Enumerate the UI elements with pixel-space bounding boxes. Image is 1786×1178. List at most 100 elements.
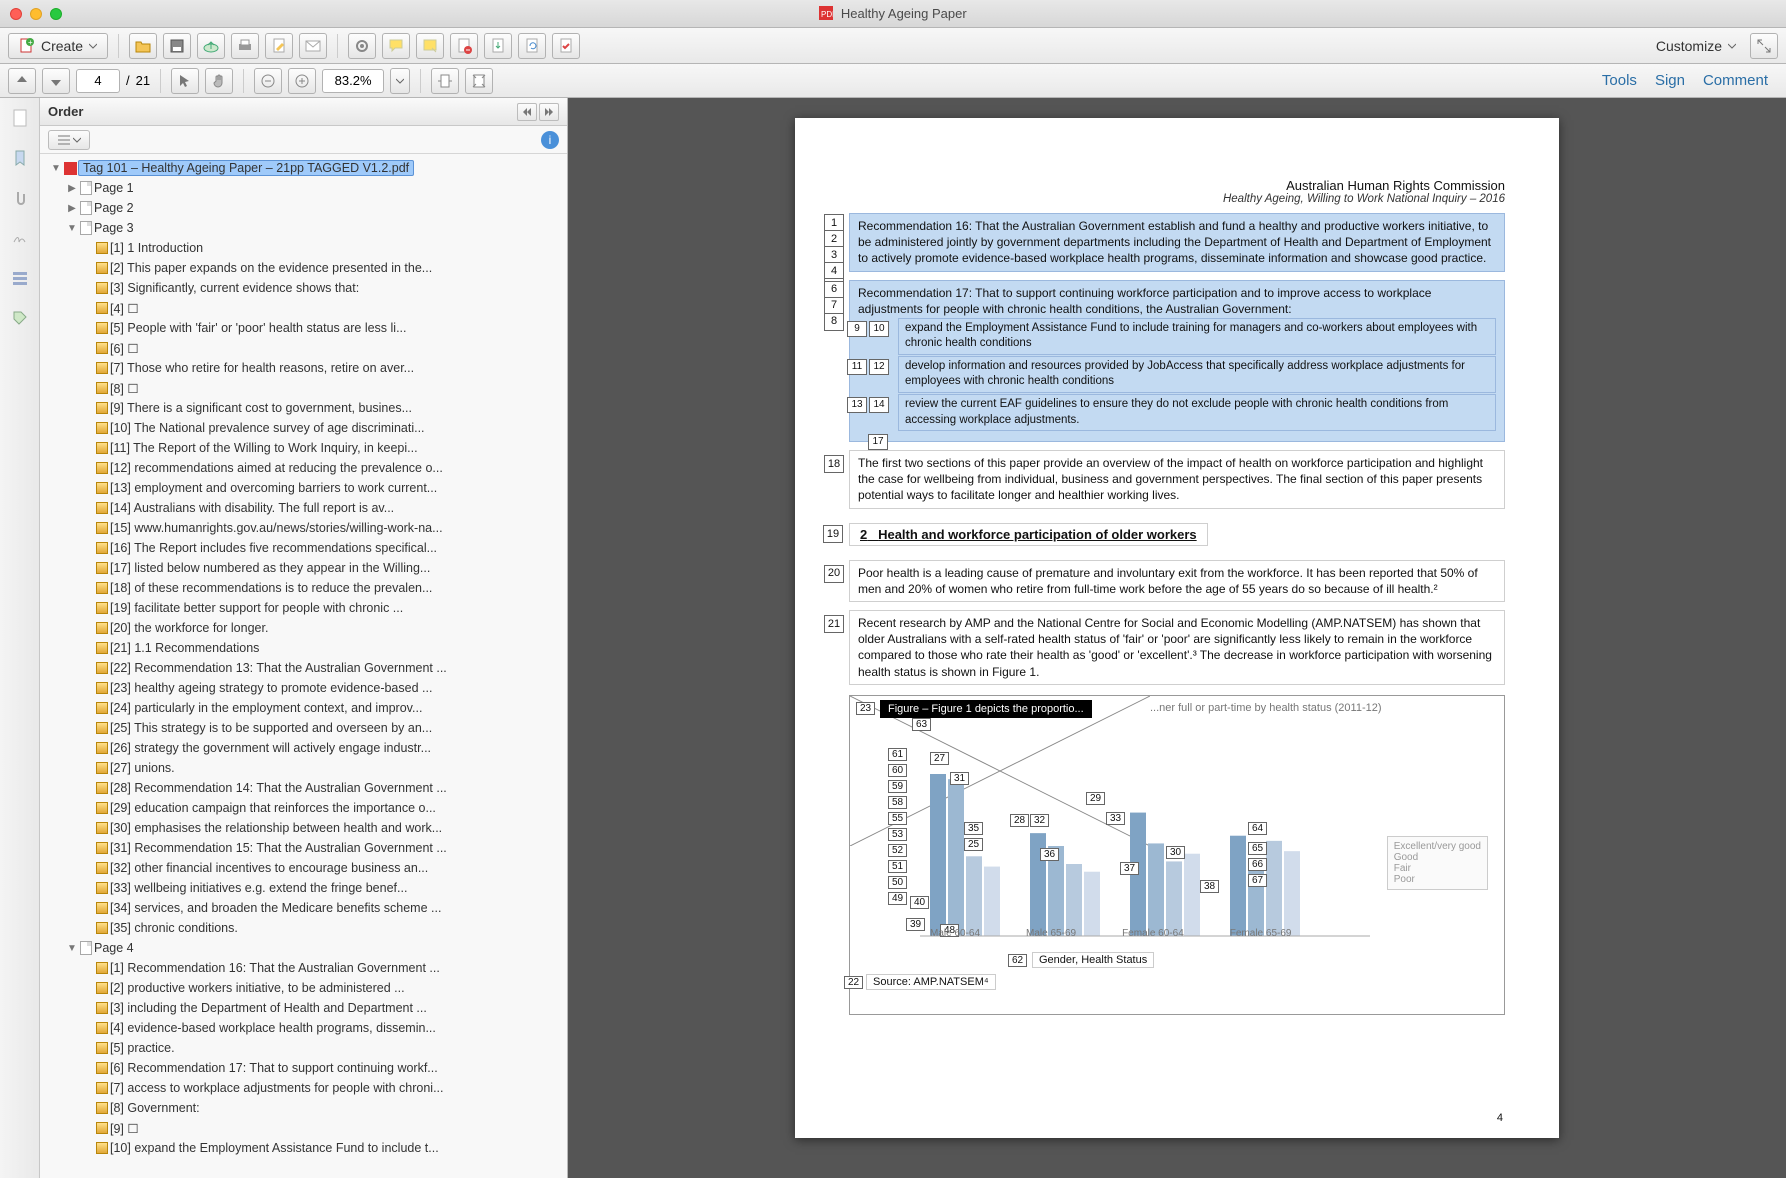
- tree-row[interactable]: [4] ☐: [44, 298, 567, 318]
- tree-row[interactable]: [33] wellbeing initiatives e.g. extend t…: [44, 878, 567, 898]
- arrow-down-icon: [48, 73, 64, 89]
- tree-row[interactable]: [31] Recommendation 15: That the Austral…: [44, 838, 567, 858]
- tree-row[interactable]: [2] productive workers initiative, to be…: [44, 978, 567, 998]
- close-window-button[interactable]: [10, 8, 22, 20]
- minimize-window-button[interactable]: [30, 8, 42, 20]
- email-button[interactable]: [299, 33, 327, 59]
- tree-row[interactable]: [5] People with 'fair' or 'poor' health …: [44, 318, 567, 338]
- tree-row[interactable]: [7] access to workplace adjustments for …: [44, 1078, 567, 1098]
- tools-link[interactable]: Tools: [1602, 72, 1637, 89]
- highlight-button[interactable]: [416, 33, 444, 59]
- bookmarks-panel-button[interactable]: [6, 144, 34, 172]
- zoom-input[interactable]: [322, 69, 384, 93]
- tree-row[interactable]: [1] Recommendation 16: That the Australi…: [44, 958, 567, 978]
- delete-page-button[interactable]: [450, 33, 478, 59]
- comment-bubble-button[interactable]: [382, 33, 410, 59]
- zoom-out-button[interactable]: [254, 68, 282, 94]
- tree-row[interactable]: [6] Recommendation 17: That to support c…: [44, 1058, 567, 1078]
- create-button[interactable]: + Create: [8, 33, 108, 59]
- tree-row[interactable]: ▶Page 1: [44, 178, 567, 198]
- tree-row[interactable]: [2] This paper expands on the evidence p…: [44, 258, 567, 278]
- check-doc-button[interactable]: [552, 33, 580, 59]
- comment-link[interactable]: Comment: [1703, 72, 1768, 89]
- tree-row[interactable]: [29] education campaign that reinforces …: [44, 798, 567, 818]
- prev-page-button[interactable]: [8, 68, 36, 94]
- tree-row[interactable]: [24] particularly in the employment cont…: [44, 698, 567, 718]
- tree-row[interactable]: [9] There is a significant cost to gover…: [44, 398, 567, 418]
- tree-row[interactable]: [22] Recommendation 13: That the Austral…: [44, 658, 567, 678]
- customize-menu[interactable]: Customize: [1648, 38, 1744, 54]
- signatures-panel-button[interactable]: [6, 224, 34, 252]
- order-options-dropdown[interactable]: [48, 130, 90, 150]
- tree-row[interactable]: [8] ☐: [44, 378, 567, 398]
- tree-row[interactable]: [6] ☐: [44, 338, 567, 358]
- tree-row[interactable]: [28] Recommendation 14: That the Austral…: [44, 778, 567, 798]
- tree-row[interactable]: [16] The Report includes five recommenda…: [44, 538, 567, 558]
- export-button[interactable]: [484, 33, 512, 59]
- order-panel-button[interactable]: [6, 264, 34, 292]
- page-number-input[interactable]: [76, 69, 120, 93]
- fit-page-button[interactable]: [465, 68, 493, 94]
- speech-bubble-icon: [388, 38, 404, 54]
- order-prev-button[interactable]: [517, 103, 537, 121]
- tree-row[interactable]: [23] healthy ageing strategy to promote …: [44, 678, 567, 698]
- tree-row[interactable]: ▼Tag 101 – Healthy Ageing Paper – 21pp T…: [44, 158, 567, 178]
- tree-row[interactable]: [9] ☐: [44, 1118, 567, 1138]
- sign-link[interactable]: Sign: [1655, 72, 1685, 89]
- document-viewer[interactable]: Australian Human Rights Commission Healt…: [568, 98, 1786, 1178]
- tree-row[interactable]: [7] Those who retire for health reasons,…: [44, 358, 567, 378]
- tree-row[interactable]: [20] the workforce for longer.: [44, 618, 567, 638]
- tree-row[interactable]: [3] Significantly, current evidence show…: [44, 278, 567, 298]
- next-page-button[interactable]: [42, 68, 70, 94]
- order-next-button[interactable]: [539, 103, 559, 121]
- save-cloud-button[interactable]: [197, 33, 225, 59]
- settings-button[interactable]: [348, 33, 376, 59]
- fullscreen-button[interactable]: [1750, 33, 1778, 59]
- tree-row[interactable]: ▼Page 4: [44, 938, 567, 958]
- order-panel: Order i ▼Tag 101 – Healthy Ageing Paper …: [40, 98, 568, 1178]
- tree-row[interactable]: [18] of these recommendations is to redu…: [44, 578, 567, 598]
- order-tree[interactable]: ▼Tag 101 – Healthy Ageing Paper – 21pp T…: [40, 154, 567, 1178]
- print-button[interactable]: [231, 33, 259, 59]
- edit-button[interactable]: [265, 33, 293, 59]
- tree-row[interactable]: [3] including the Department of Health a…: [44, 998, 567, 1018]
- hand-tool-button[interactable]: [205, 68, 233, 94]
- tree-row[interactable]: [26] strategy the government will active…: [44, 738, 567, 758]
- zoom-in-button[interactable]: [288, 68, 316, 94]
- zoom-dropdown[interactable]: [390, 68, 410, 94]
- tree-row[interactable]: [4] evidence-based workplace health prog…: [44, 1018, 567, 1038]
- tree-row[interactable]: [1] 1 Introduction: [44, 238, 567, 258]
- tree-row[interactable]: [27] unions.: [44, 758, 567, 778]
- attachments-panel-button[interactable]: [6, 184, 34, 212]
- tree-row[interactable]: ▼Page 3: [44, 218, 567, 238]
- save-button[interactable]: [163, 33, 191, 59]
- select-tool-button[interactable]: [171, 68, 199, 94]
- tree-row[interactable]: [35] chronic conditions.: [44, 918, 567, 938]
- tree-row[interactable]: [30] emphasises the relationship between…: [44, 818, 567, 838]
- tree-row[interactable]: [13] employment and overcoming barriers …: [44, 478, 567, 498]
- tree-row[interactable]: [10] expand the Employment Assistance Fu…: [44, 1138, 567, 1158]
- fit-width-button[interactable]: [431, 68, 459, 94]
- tree-row[interactable]: [8] Government:: [44, 1098, 567, 1118]
- pdf-icon: PDF: [819, 6, 833, 20]
- tree-row[interactable]: [34] services, and broaden the Medicare …: [44, 898, 567, 918]
- tree-row[interactable]: [25] This strategy is to be supported an…: [44, 718, 567, 738]
- zoom-window-button[interactable]: [50, 8, 62, 20]
- tree-row[interactable]: [11] The Report of the Willing to Work I…: [44, 438, 567, 458]
- tree-row[interactable]: [12] recommendations aimed at reducing t…: [44, 458, 567, 478]
- tree-row[interactable]: [15] www.humanrights.gov.au/news/stories…: [44, 518, 567, 538]
- open-button[interactable]: [129, 33, 157, 59]
- bookmark-icon: [11, 149, 29, 167]
- refresh-doc-button[interactable]: [518, 33, 546, 59]
- tree-row[interactable]: ▶Page 2: [44, 198, 567, 218]
- tag-panel-button[interactable]: [6, 304, 34, 332]
- tree-row[interactable]: [17] listed below numbered as they appea…: [44, 558, 567, 578]
- tree-row[interactable]: [21] 1.1 Recommendations: [44, 638, 567, 658]
- tree-row[interactable]: [32] other financial incentives to encou…: [44, 858, 567, 878]
- order-info-button[interactable]: i: [541, 131, 559, 149]
- thumbnails-panel-button[interactable]: [6, 104, 34, 132]
- tree-row[interactable]: [5] practice.: [44, 1038, 567, 1058]
- tree-row[interactable]: [19] facilitate better support for peopl…: [44, 598, 567, 618]
- tree-row[interactable]: [10] The National prevalence survey of a…: [44, 418, 567, 438]
- tree-row[interactable]: [14] Australians with disability. The fu…: [44, 498, 567, 518]
